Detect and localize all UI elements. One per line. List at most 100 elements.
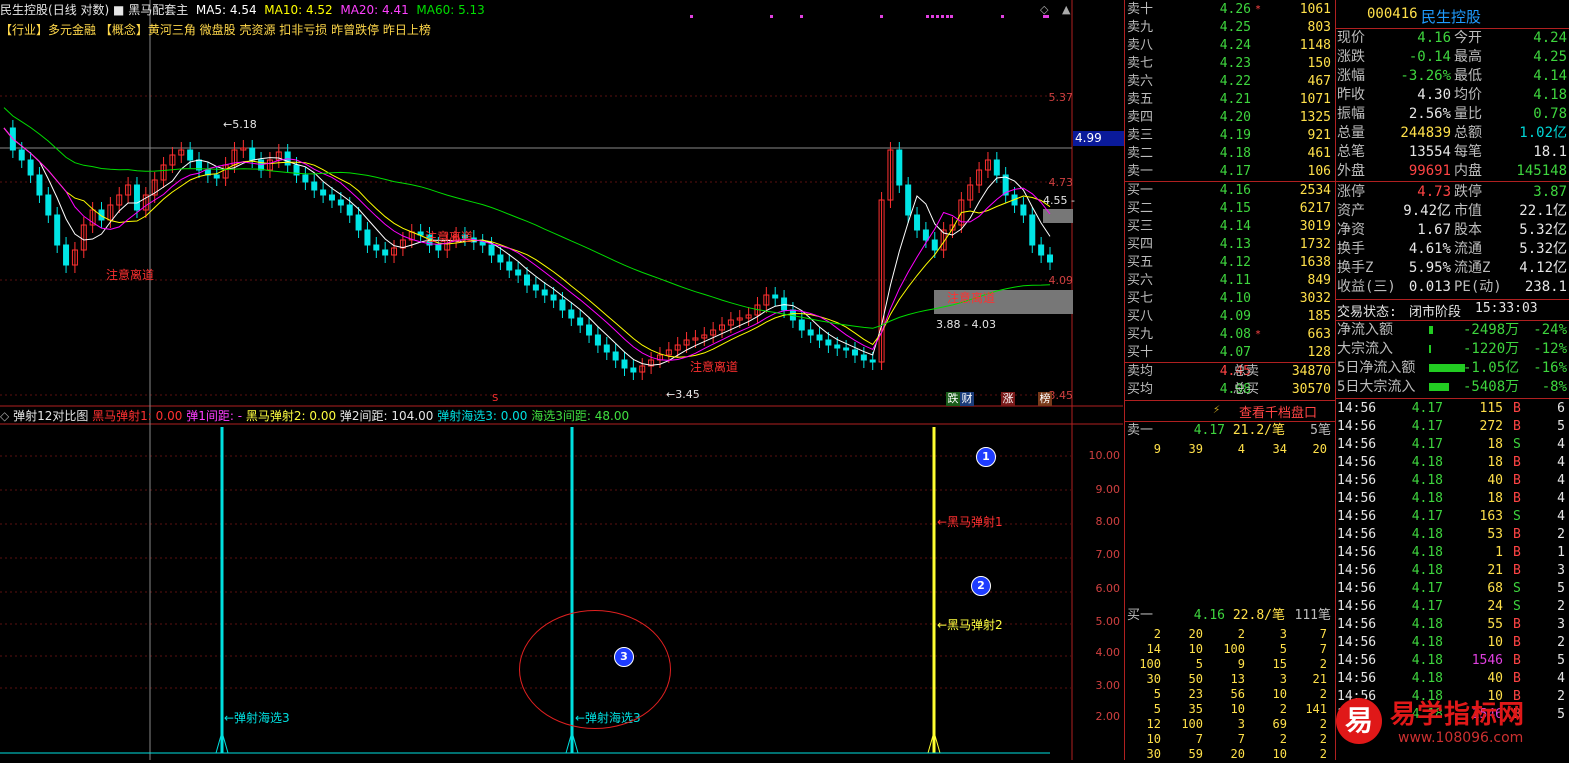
- book-level-row[interactable]: 买四 4.13 1732: [1125, 236, 1335, 254]
- quote-panel: 000416 民生控股 现价 4.16 今开 4.24 涨跌 -0.14 最高 4.25 涨幅 -…: [1335, 0, 1569, 760]
- book-level-row[interactable]: 卖十 4.26 * 1061: [1125, 1, 1335, 19]
- diamond-icon[interactable]: ◇: [1040, 3, 1048, 16]
- level-volume: 3032: [1299, 291, 1331, 306]
- tick-row[interactable]: 14:56 4.17 68 S 5: [1335, 580, 1569, 598]
- tick-price: 4.18: [1411, 527, 1443, 542]
- quote-row: 收益(三) 0.013 PE(动) 238.1: [1335, 278, 1569, 296]
- book-level-row[interactable]: 买十 4.07 128: [1125, 344, 1335, 362]
- tick-count: 1: [1557, 545, 1565, 560]
- tick-side: B: [1513, 491, 1521, 506]
- tick-row[interactable]: 14:56 4.18 18 B 4: [1335, 490, 1569, 508]
- candle-body: [36, 174, 43, 196]
- tick-row[interactable]: 14:56 4.17 18 S 4: [1335, 436, 1569, 454]
- book-level-row[interactable]: 卖九 4.25 803: [1125, 19, 1335, 37]
- badge-cai[interactable]: 财: [960, 392, 974, 406]
- tick-time: 14:56: [1337, 527, 1377, 542]
- tick-count: 2: [1557, 527, 1565, 542]
- candle-body: [27, 159, 34, 176]
- indicator-name[interactable]: 黑马配套主: [128, 3, 188, 17]
- level-volume: 1325: [1299, 110, 1331, 125]
- book-level-row[interactable]: 买九 4.08 * 663: [1125, 326, 1335, 344]
- thousand-book-row[interactable]: ⚡ 查看千档盘口: [1125, 400, 1335, 422]
- signal-dot: [690, 15, 693, 18]
- signal-dot: [936, 15, 939, 18]
- book-level-row[interactable]: 卖七 4.23 150: [1125, 55, 1335, 73]
- signal-dot: [931, 15, 934, 18]
- quote-value: 13554: [1408, 144, 1451, 160]
- marker-s[interactable]: S: [492, 393, 498, 404]
- badge-bang[interactable]: 榜: [1038, 392, 1052, 406]
- tick-row[interactable]: 14:56 4.17 163 S 4: [1335, 508, 1569, 526]
- quote-value2: 4.25: [1533, 49, 1567, 65]
- tick-row[interactable]: 14:56 4.18 10 B 2: [1335, 634, 1569, 652]
- order-book-panel: 卖十 4.26 * 1061 卖九 4.25 803 卖八 4.24 1148 卖七 4.23 150 卖…: [1124, 0, 1336, 761]
- quote-label2: 流通Z: [1454, 260, 1491, 276]
- candle-body: [524, 274, 530, 286]
- level-volume: 921: [1307, 128, 1331, 143]
- candle-body: [586, 324, 593, 336]
- tick-row[interactable]: 14:56 4.18 1 B 1: [1335, 544, 1569, 562]
- book-level-row[interactable]: 买五 4.12 1638: [1125, 254, 1335, 272]
- book-level-row[interactable]: 买六 4.11 849: [1125, 272, 1335, 290]
- tick-row[interactable]: 14:56 4.18 53 B 2: [1335, 526, 1569, 544]
- quote-header: 000416 民生控股: [1335, 2, 1569, 29]
- thousand-book-link[interactable]: 查看千档盘口: [1239, 402, 1317, 421]
- level-volume: 6217: [1299, 201, 1331, 216]
- sub-chart-name[interactable]: 弹射12对比图: [13, 409, 88, 423]
- quote-value2: 3.87: [1533, 184, 1567, 200]
- quote-row: 换手Z 5.95% 流通Z 4.12亿: [1335, 259, 1569, 277]
- quote-label: 总量: [1337, 125, 1365, 141]
- tick-time: 14:56: [1337, 581, 1377, 596]
- tick-volume: 53: [1487, 527, 1503, 542]
- queue-header[interactable]: 卖一 4.17 21.2/笔 5笔: [1125, 422, 1335, 440]
- level-price: 4.23: [1219, 56, 1251, 71]
- candle-body: [373, 244, 380, 251]
- book-level-row[interactable]: 卖五 4.21 1071: [1125, 91, 1335, 109]
- quote-label2: 最高: [1454, 49, 1482, 65]
- tick-volume: 40: [1487, 473, 1503, 488]
- candle-body: [346, 204, 353, 216]
- book-level-row[interactable]: 卖二 4.18 461: [1125, 145, 1335, 163]
- tick-row[interactable]: 14:56 4.18 55 B 3: [1335, 616, 1569, 634]
- book-level-row[interactable]: 买八 4.09 185: [1125, 308, 1335, 326]
- book-level-row[interactable]: 买七 4.10 3032: [1125, 290, 1335, 308]
- tick-side: B: [1513, 653, 1521, 668]
- tick-row[interactable]: 14:56 4.18 1546 B 5: [1335, 652, 1569, 670]
- candle-body: [213, 174, 220, 179]
- lightning-icon: ⚡: [1213, 402, 1221, 416]
- tick-row[interactable]: 14:56 4.18 18 B 4: [1335, 454, 1569, 472]
- status-value: 闭市阶段: [1409, 305, 1462, 320]
- tick-row[interactable]: 14:56 4.18 40 B 4: [1335, 670, 1569, 688]
- tick-row[interactable]: 14:56 4.17 115 B 6: [1335, 400, 1569, 418]
- badge-die[interactable]: 跌: [946, 392, 960, 406]
- book-level-row[interactable]: 买二 4.15 6217: [1125, 200, 1335, 218]
- book-level-row[interactable]: 卖三 4.19 921: [1125, 127, 1335, 145]
- tick-row[interactable]: 14:56 4.18 40 B 4: [1335, 472, 1569, 490]
- book-level-row[interactable]: 买三 4.14 3019: [1125, 218, 1335, 236]
- queue-header[interactable]: 买一 4.16 22.8/笔 111笔: [1125, 607, 1335, 625]
- level-volume: 185: [1307, 309, 1331, 324]
- sub-tick: 7.00: [1095, 548, 1121, 561]
- quote-value: -3.26%: [1400, 68, 1451, 84]
- up-arrow-icon[interactable]: ▲: [1062, 3, 1070, 16]
- flow-bar: [1429, 364, 1465, 372]
- quote-value: 2.56%: [1408, 106, 1451, 122]
- level-label: 买三: [1127, 219, 1154, 234]
- book-level-row[interactable]: 卖四 4.20 1325: [1125, 109, 1335, 127]
- book-level-row[interactable]: 买一 4.16 2534: [1125, 182, 1335, 200]
- watermark-text: 易学指标网: [1390, 700, 1526, 730]
- candle-body: [506, 261, 513, 271]
- tick-row[interactable]: 14:56 4.17 24 S 2: [1335, 598, 1569, 616]
- legend-item: 弹1间距: -: [186, 409, 243, 423]
- chart-area[interactable]: 民生控股(日线 对数) ■ 黑马配套主 MA5: 4.54 MA10: 4.52…: [0, 0, 1125, 760]
- book-level-row[interactable]: 卖一 4.17 106: [1125, 163, 1335, 181]
- status-time: 15:33:03: [1475, 301, 1538, 316]
- badge-zhang[interactable]: 涨: [1001, 392, 1015, 406]
- flow-value: -1.05亿: [1463, 360, 1520, 376]
- book-level-row[interactable]: 卖六 4.22 467: [1125, 73, 1335, 91]
- window-controls: ◇ ▲: [1040, 3, 1070, 16]
- book-level-row[interactable]: 卖八 4.24 1148: [1125, 37, 1335, 55]
- tick-row[interactable]: 14:56 4.17 272 B 5: [1335, 418, 1569, 436]
- tick-row[interactable]: 14:56 4.18 21 B 3: [1335, 562, 1569, 580]
- concept-tags[interactable]: 【行业】多元金融 【概念】黄河三角 微盘股 壳资源 扣非亏损 昨曾跌停 昨日上榜: [0, 21, 431, 38]
